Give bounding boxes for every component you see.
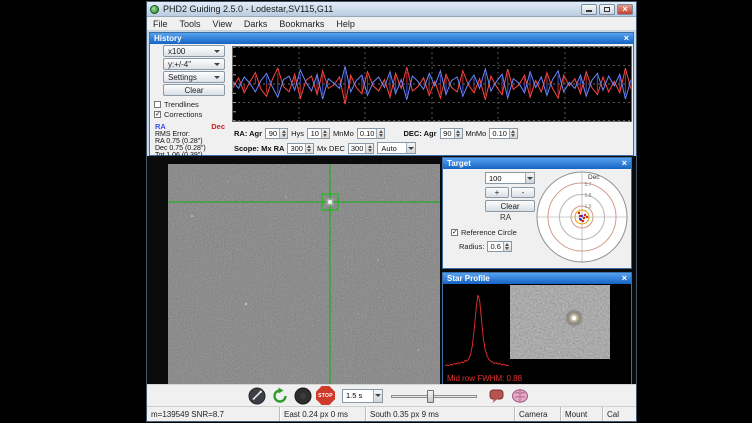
ra-aggression-spinner[interactable]: 90 bbox=[265, 128, 288, 139]
guide-star bbox=[328, 200, 332, 204]
statusbar: m=139549 SNR=8.7 East 0.24 px 0 ms South… bbox=[147, 406, 636, 421]
phd2-window: PHD2 Guiding 2.5.0 - Lodestar,SV115,G11 … bbox=[146, 1, 637, 422]
star-mass-snr-status: m=139549 SNR=8.7 bbox=[147, 407, 279, 421]
target-bullseye: Dec 1.9 3.8 5.7 bbox=[534, 169, 630, 265]
ra-legend: RA bbox=[155, 122, 166, 131]
target-clear-button[interactable]: Clear bbox=[485, 200, 535, 212]
star-profile-panel: Star Profile × bbox=[442, 272, 632, 384]
graph-yscale-dropdown[interactable]: y:+/-4" bbox=[163, 58, 225, 70]
close-icon: × bbox=[622, 5, 627, 14]
toolbar: STOP 1.5 s bbox=[147, 384, 636, 406]
guide-params-row-1: RA: Agr 90 Hys 10 MnMo 0.10 DEC: Agr 90 … bbox=[234, 128, 631, 139]
cal-status: Cal bbox=[602, 407, 636, 421]
menu-view[interactable]: View bbox=[207, 17, 238, 30]
ra-correction-status: East 0.24 px 0 ms bbox=[279, 407, 365, 421]
history-graph[interactable] bbox=[232, 46, 632, 122]
minimize-button[interactable] bbox=[581, 4, 597, 15]
star-profile-curve bbox=[445, 286, 509, 372]
history-graph-svg bbox=[233, 47, 631, 121]
brain-icon[interactable] bbox=[510, 387, 530, 405]
star-profile-titlebar[interactable]: Star Profile × bbox=[443, 273, 631, 284]
svg-text:1.9: 1.9 bbox=[585, 204, 592, 210]
graph-settings-dropdown[interactable]: Settings bbox=[163, 71, 225, 83]
radius-row: Radius: 0.6 bbox=[459, 241, 512, 252]
close-button[interactable]: × bbox=[617, 4, 633, 15]
graph-xscale-dropdown[interactable]: x100 bbox=[163, 45, 225, 57]
dec-correction-status: South 0.35 px 9 ms bbox=[365, 407, 457, 421]
main-area: Target × 100 + - Clear RA Reference Circ… bbox=[147, 156, 636, 384]
chevron-down-icon bbox=[375, 394, 381, 397]
menu-bookmarks[interactable]: Bookmarks bbox=[273, 17, 330, 30]
maximize-button[interactable] bbox=[599, 4, 615, 15]
dec-guide-mode-select[interactable]: Auto bbox=[377, 142, 416, 154]
screen-stretch-slider[interactable] bbox=[391, 388, 477, 404]
dec-aggression-spinner[interactable]: 90 bbox=[440, 128, 463, 139]
chevron-down-icon bbox=[214, 76, 220, 79]
rms-dec: Dec 0.75 (0.28") bbox=[155, 145, 206, 152]
slider-track bbox=[391, 395, 477, 398]
menu-help[interactable]: Help bbox=[330, 17, 361, 30]
guide-icon[interactable] bbox=[293, 387, 313, 405]
target-zoom-out-button[interactable]: - bbox=[511, 187, 535, 198]
dec-legend: Dec bbox=[211, 122, 225, 131]
target-title: Target bbox=[447, 159, 471, 168]
max-dec-duration-spinner[interactable]: 300 bbox=[348, 143, 375, 154]
target-ra-axis-label: RA bbox=[500, 213, 511, 222]
slider-thumb[interactable] bbox=[427, 390, 434, 403]
ra-minmove-spinner[interactable]: 0.10 bbox=[357, 128, 386, 139]
menu-file[interactable]: File bbox=[147, 17, 174, 30]
fwhm-readout: Mid row FWHM: 0.88 bbox=[447, 374, 522, 383]
maximize-icon bbox=[604, 7, 610, 12]
chevron-down-icon bbox=[527, 177, 533, 180]
graph-legend: RA Dec bbox=[155, 122, 225, 131]
corrections-checkbox[interactable]: Corrections bbox=[154, 110, 202, 119]
window-title: PHD2 Guiding 2.5.0 - Lodestar,SV115,G11 bbox=[163, 4, 581, 14]
history-titlebar[interactable]: History × bbox=[150, 33, 633, 44]
star-profile-close-icon[interactable]: × bbox=[622, 274, 627, 283]
rms-ra: RA 0.75 (0.28") bbox=[155, 138, 206, 145]
stop-button[interactable]: STOP bbox=[316, 386, 335, 405]
max-ra-duration-spinner[interactable]: 300 bbox=[287, 143, 314, 154]
target-titlebar[interactable]: Target × bbox=[443, 158, 631, 169]
target-zoom-select[interactable]: 100 bbox=[485, 172, 535, 184]
minimize-icon bbox=[586, 10, 592, 12]
chevron-down-icon bbox=[408, 147, 414, 150]
svg-text:5.7: 5.7 bbox=[585, 182, 592, 188]
history-close-icon[interactable]: × bbox=[624, 34, 629, 43]
menu-darks[interactable]: Darks bbox=[238, 17, 274, 30]
target-zoom-in-button[interactable]: + bbox=[485, 187, 509, 198]
rms-header: RMS Error: bbox=[155, 131, 206, 138]
exposure-duration-select[interactable]: 1.5 s bbox=[342, 389, 383, 403]
checkbox-box bbox=[154, 111, 161, 118]
loop-exposures-icon[interactable] bbox=[270, 387, 290, 405]
star-zoom-thumbnail bbox=[510, 285, 610, 359]
guide-camera-image[interactable] bbox=[168, 164, 440, 384]
chevron-down-icon bbox=[214, 63, 220, 66]
history-panel: History × x100 y:+/-4" Settings Clear Tr… bbox=[149, 32, 634, 156]
mount-status: Mount bbox=[560, 407, 602, 421]
menu-tools[interactable]: Tools bbox=[174, 17, 207, 30]
target-close-icon[interactable]: × bbox=[622, 159, 627, 168]
app-icon bbox=[150, 5, 159, 14]
star-profile-title: Star Profile bbox=[447, 274, 490, 283]
history-title: History bbox=[154, 34, 182, 43]
target-dec-axis-label: Dec bbox=[588, 174, 600, 181]
camera-status: Camera bbox=[514, 407, 560, 421]
reference-circle-checkbox[interactable]: Reference Circle bbox=[451, 228, 517, 237]
dec-minmove-spinner[interactable]: 0.10 bbox=[489, 128, 518, 139]
titlebar[interactable]: PHD2 Guiding 2.5.0 - Lodestar,SV115,G11 … bbox=[147, 2, 636, 17]
cam-dialog-icon[interactable] bbox=[487, 388, 507, 404]
camera-setup-icon[interactable] bbox=[247, 387, 267, 405]
chevron-down-icon bbox=[214, 50, 220, 53]
trendlines-checkbox[interactable]: Trendlines bbox=[154, 100, 199, 109]
svg-text:3.8: 3.8 bbox=[585, 193, 592, 199]
graph-clear-button[interactable]: Clear bbox=[163, 84, 225, 96]
checkbox-box bbox=[451, 229, 458, 236]
checkbox-box bbox=[154, 101, 161, 108]
guide-params-row-2: Scope: Mx RA 300 Mx DEC 300 Auto bbox=[234, 142, 631, 154]
ra-hysteresis-spinner[interactable]: 10 bbox=[307, 128, 330, 139]
target-panel: Target × 100 + - Clear RA Reference Circ… bbox=[442, 157, 632, 269]
menubar: File Tools View Darks Bookmarks Help bbox=[147, 17, 636, 31]
radius-spinner[interactable]: 0.6 bbox=[487, 241, 511, 252]
